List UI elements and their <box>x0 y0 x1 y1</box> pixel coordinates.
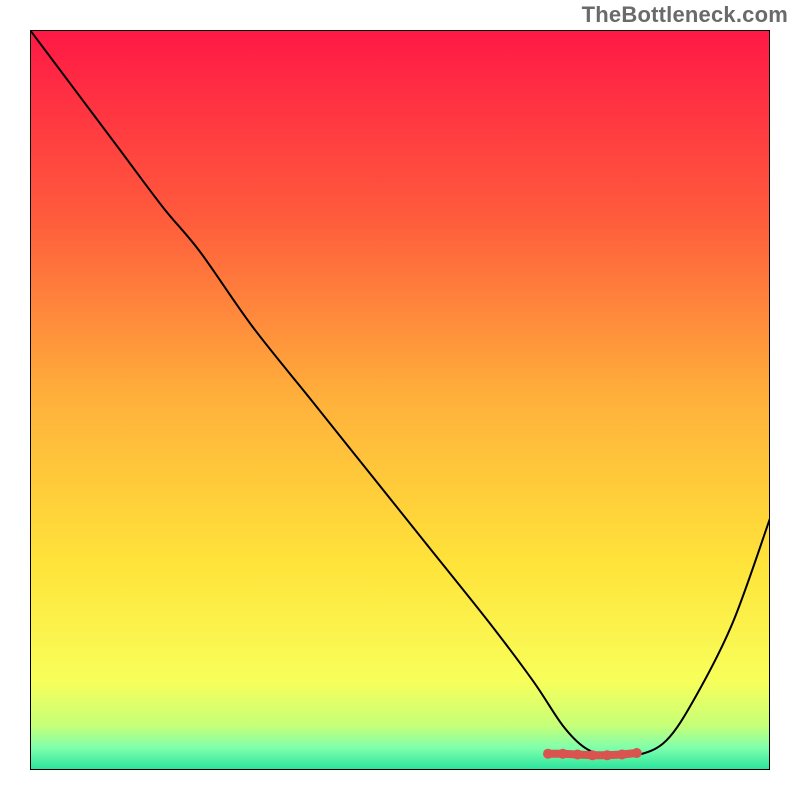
optimal-marker-dot <box>573 749 583 759</box>
optimal-marker-dot <box>543 749 553 759</box>
gradient-background <box>30 30 770 770</box>
optimal-marker-dot <box>558 749 568 759</box>
chart-plot-area <box>30 30 770 770</box>
chart-root: TheBottleneck.com <box>0 0 800 800</box>
chart-svg <box>30 30 770 770</box>
optimal-marker-dot <box>587 750 597 760</box>
optimal-marker-dot <box>632 748 642 758</box>
optimal-marker-dot <box>602 750 612 760</box>
attribution-label: TheBottleneck.com <box>582 2 788 28</box>
optimal-marker-dot <box>617 749 627 759</box>
